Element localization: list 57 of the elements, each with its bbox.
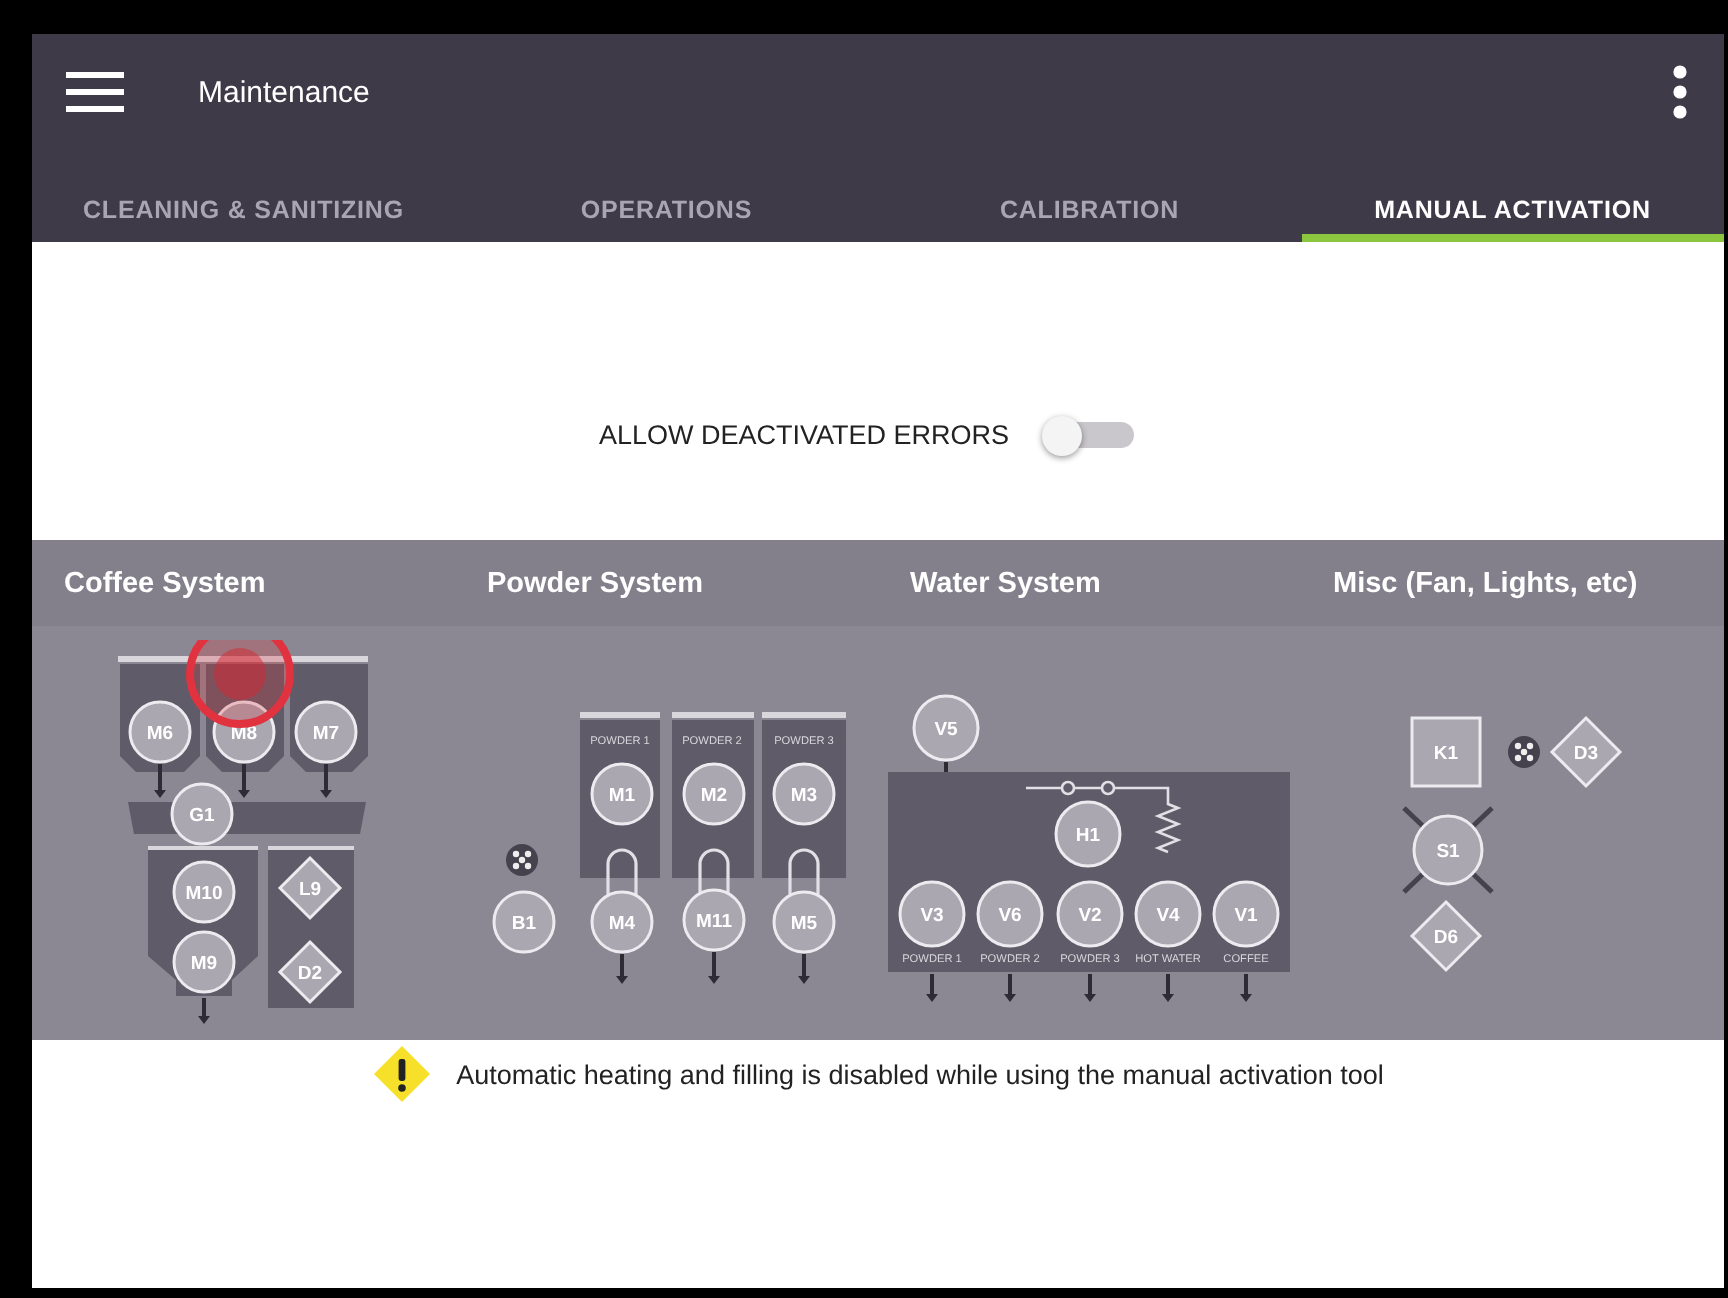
tab[interactable]: OPERATIONS — [455, 170, 878, 242]
rail-drawing — [671, 712, 753, 718]
toggle-label: ALLOW DEACTIVATED ERRORS — [598, 420, 1010, 450]
actuator-button[interactable]: H1 — [1054, 800, 1122, 868]
system-title: Misc (Fan, Lights, etc) — [1333, 567, 1638, 599]
actuator-button[interactable]: M9 — [172, 930, 236, 994]
arrow-icon — [1162, 974, 1174, 1002]
actuator-button[interactable]: V4 — [1134, 880, 1202, 948]
notice-text: Automatic heating and filling is disabled while using the manual activation tool — [456, 1059, 1384, 1089]
arrow-icon — [926, 974, 938, 1002]
actuator-button[interactable]: M6 — [128, 700, 192, 764]
actuator-button[interactable]: M1 — [589, 762, 653, 826]
arrow-icon — [1084, 974, 1096, 1002]
actuator-button[interactable]: M10 — [172, 860, 236, 924]
actuator-button[interactable]: B1 — [491, 890, 555, 954]
actuator-button[interactable]: M3 — [771, 762, 835, 826]
actuator-button[interactable]: S1 — [1411, 814, 1483, 886]
actuator-button[interactable]: G1 — [170, 782, 234, 846]
arrow-icon — [1004, 974, 1016, 1002]
fan-icon — [1507, 736, 1539, 768]
sensor-button[interactable]: L9 — [277, 855, 343, 921]
arrow-icon — [797, 954, 809, 984]
system-title: Water System — [910, 567, 1101, 599]
arrow-icon — [198, 998, 210, 1024]
actuator-button[interactable]: V2 — [1056, 880, 1124, 948]
touch-indicator — [186, 640, 294, 728]
tab[interactable]: CALIBRATION — [878, 170, 1301, 242]
actuator-button[interactable]: M7 — [294, 700, 358, 764]
system-title: Powder System — [487, 567, 703, 599]
app-title: Maintenance — [198, 75, 372, 109]
arrow-icon — [320, 764, 332, 798]
arrow-icon — [707, 952, 719, 984]
actuator-button[interactable]: M11 — [681, 888, 745, 952]
tab[interactable]: CLEANING & SANITIZING — [32, 170, 455, 242]
relay-button[interactable]: K1 — [1409, 716, 1481, 788]
actuator-button[interactable]: V1 — [1212, 880, 1280, 948]
menu-icon[interactable] — [66, 72, 124, 112]
actuator-button[interactable]: M5 — [771, 890, 835, 954]
actuator-button[interactable]: M4 — [589, 890, 653, 954]
rail-drawing — [579, 712, 659, 718]
sensor-button[interactable]: D3 — [1548, 715, 1622, 789]
actuator-button[interactable]: V5 — [912, 694, 980, 762]
sensor-button[interactable]: D6 — [1408, 899, 1482, 973]
arrow-icon — [238, 764, 250, 798]
actuator-button[interactable]: V3 — [898, 880, 966, 948]
tab[interactable]: MANUAL ACTIVATION — [1301, 170, 1724, 242]
arrow-icon — [154, 764, 166, 798]
warning-icon — [372, 1044, 433, 1104]
sensor-button[interactable]: D2 — [277, 939, 343, 1005]
actuator-button[interactable]: V6 — [976, 880, 1044, 948]
fan-icon — [505, 844, 537, 876]
more-options-icon[interactable] — [1672, 64, 1688, 120]
system-title: Coffee System — [64, 567, 266, 599]
rail-drawing — [761, 712, 845, 718]
arrow-icon — [615, 954, 627, 984]
arrow-icon — [1240, 974, 1252, 1002]
actuator-button[interactable]: M2 — [681, 762, 745, 826]
